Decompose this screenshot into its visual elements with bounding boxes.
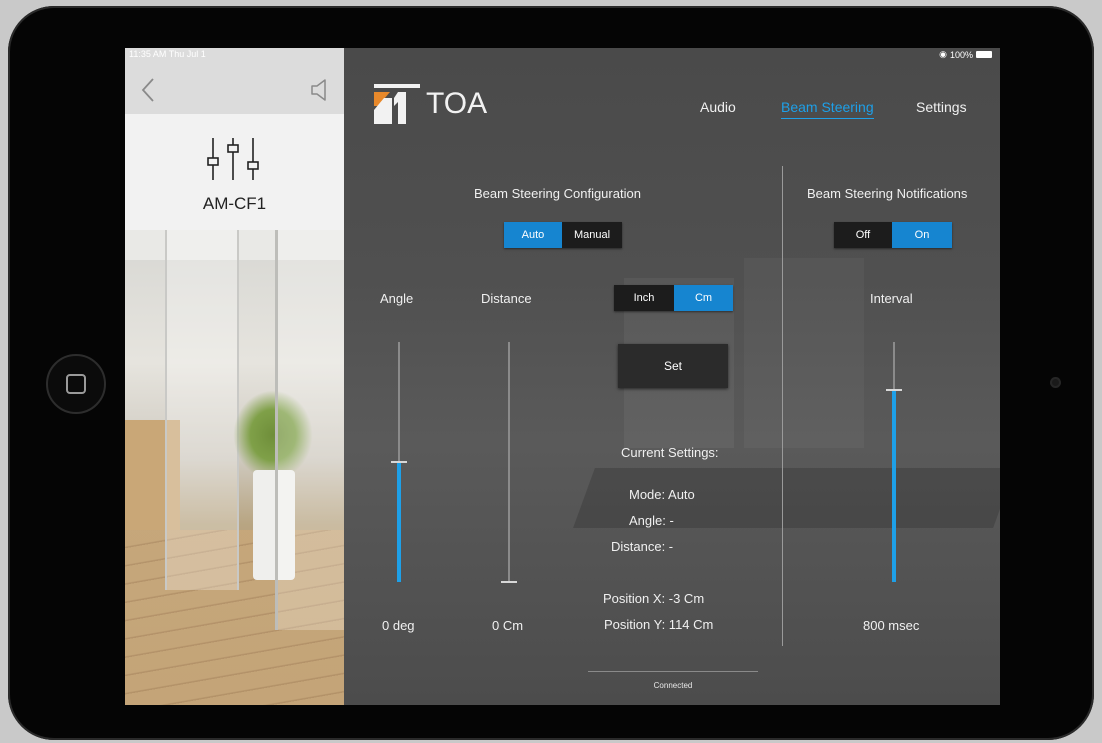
distance-label: Distance bbox=[481, 291, 532, 306]
distance-value: 0 Cm bbox=[492, 618, 524, 633]
toa-logo-mark-icon bbox=[374, 84, 420, 124]
angle-value: 0 deg bbox=[382, 618, 415, 633]
notifications-off-button[interactable]: Off bbox=[834, 222, 892, 248]
distance-slider[interactable] bbox=[501, 342, 517, 583]
set-button[interactable]: Set bbox=[618, 344, 728, 388]
tab-settings[interactable]: Settings bbox=[916, 99, 967, 115]
mixer-sliders-icon bbox=[207, 138, 259, 180]
current-angle: Angle: - bbox=[629, 513, 674, 528]
room-photo bbox=[125, 230, 344, 705]
unit-inch-button[interactable]: Inch bbox=[614, 285, 674, 311]
status-divider bbox=[588, 671, 758, 672]
status-time: 11:35 AM Thu Jul 1 bbox=[129, 49, 206, 59]
camera-dot bbox=[1050, 377, 1061, 388]
current-distance: Distance: - bbox=[611, 539, 674, 554]
notifications-toggle: Off On bbox=[834, 222, 952, 248]
device-name: AM-CF1 bbox=[202, 194, 267, 213]
unit-toggle: Inch Cm bbox=[614, 285, 733, 311]
notifications-on-button[interactable]: On bbox=[892, 222, 952, 248]
app-screen: 11:35 AM Thu Jul 1 AM-CF1 ◉ 100% TOA Aud… bbox=[125, 48, 1000, 705]
interval-slider-thumb[interactable] bbox=[886, 389, 902, 391]
angle-slider[interactable] bbox=[391, 342, 407, 582]
battery-icon bbox=[976, 51, 992, 58]
position-x: Position X: -3 Cm bbox=[603, 591, 705, 606]
mode-toggle: Auto Manual bbox=[504, 222, 622, 248]
distance-slider-thumb[interactable] bbox=[501, 581, 517, 583]
speaker-icon[interactable] bbox=[309, 78, 331, 102]
toa-logo: TOA bbox=[374, 84, 487, 124]
battery-percent: 100% bbox=[949, 49, 973, 60]
panel-divider bbox=[782, 166, 783, 646]
beam-steering-panel: ◉ 100% TOA Audio Beam Steering Settings … bbox=[344, 48, 1000, 705]
interval-slider[interactable] bbox=[886, 342, 902, 582]
device-sidebar: 11:35 AM Thu Jul 1 AM-CF1 bbox=[125, 48, 344, 705]
tab-beam-steering[interactable]: Beam Steering bbox=[781, 99, 874, 119]
device-card[interactable]: AM-CF1 bbox=[125, 114, 344, 230]
home-button[interactable] bbox=[46, 354, 106, 414]
angle-label: Angle bbox=[380, 291, 414, 306]
status-right: ◉ 100% bbox=[939, 49, 992, 60]
wifi-icon: ◉ bbox=[939, 49, 947, 59]
current-settings-title: Current Settings: bbox=[621, 445, 719, 460]
tab-audio[interactable]: Audio bbox=[700, 99, 736, 115]
current-mode: Mode: Auto bbox=[629, 487, 695, 502]
interval-value: 800 msec bbox=[863, 618, 920, 633]
notifications-title: Beam Steering Notifications bbox=[807, 186, 968, 201]
mode-manual-button[interactable]: Manual bbox=[562, 222, 622, 248]
logo-text: TOA bbox=[426, 87, 488, 120]
home-square-icon bbox=[66, 374, 86, 394]
connection-status: Connected bbox=[653, 681, 693, 690]
position-y: Position Y: 114 Cm bbox=[604, 617, 714, 632]
angle-slider-thumb[interactable] bbox=[391, 461, 407, 463]
back-chevron-icon[interactable] bbox=[139, 76, 159, 104]
mode-auto-button[interactable]: Auto bbox=[504, 222, 562, 248]
unit-cm-button[interactable]: Cm bbox=[674, 285, 733, 311]
config-title: Beam Steering Configuration bbox=[474, 186, 641, 201]
interval-label: Interval bbox=[870, 291, 913, 306]
